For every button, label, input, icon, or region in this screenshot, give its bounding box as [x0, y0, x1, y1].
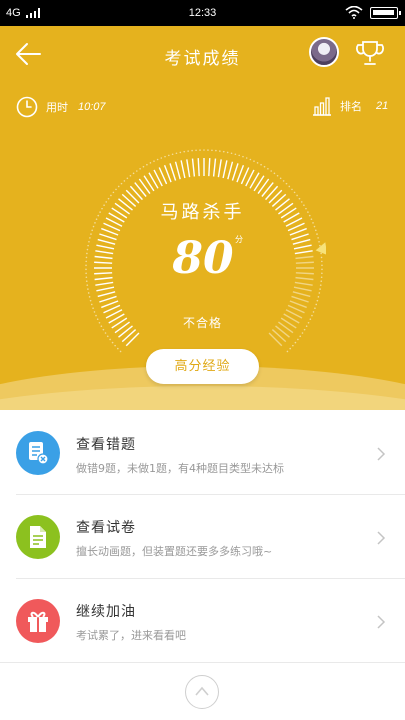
status-bar: 4G 12:33 [0, 0, 405, 26]
trophy-icon[interactable] [355, 38, 385, 68]
battery-icon [370, 7, 401, 19]
list-item-desc: 做错9题，未做1题，有4种题目类型未达标 [76, 462, 284, 475]
time-value: 10:07 [78, 101, 106, 113]
pass-status: 不合格 [182, 316, 222, 330]
score-panel: 考试成绩 用时 10:07 排名 21 马路杀手 80 分 不合格 高分经验 [0, 26, 405, 410]
list-item-desc: 考试累了，进来看看吧 [76, 629, 186, 642]
list-item-title: 查看错题 [76, 437, 136, 453]
list-item-keep-going[interactable]: 继续加油 考试累了，进来看看吧 [0, 579, 405, 665]
page-title: 考试成绩 [164, 49, 241, 69]
rank-value: 21 [376, 100, 389, 112]
menu-icon-bg [16, 431, 60, 475]
chevron-right-icon [377, 531, 386, 545]
score-unit: 分 [235, 235, 243, 244]
ranking: 排名 21 [312, 96, 388, 116]
menu-icon-bg [16, 599, 60, 643]
clock-icon [16, 96, 38, 118]
gift-icon [28, 611, 48, 632]
bar-chart-icon [313, 97, 331, 116]
chevron-right-icon [377, 615, 386, 629]
divider [0, 662, 405, 663]
rank-title: 马路杀手 [160, 202, 245, 223]
list-item-desc: 擅长动画题，但装置题还要多多练习哦~ [76, 545, 273, 558]
list-item-exam-paper[interactable]: 查看试卷 擅长动画题，但装置题还要多多练习哦~ [0, 495, 405, 581]
avatar[interactable] [309, 37, 339, 67]
rank-label: 排名 [340, 100, 362, 113]
wrong-questions-icon [29, 442, 49, 465]
wifi-icon [345, 6, 363, 19]
list-item-title: 查看试卷 [76, 520, 136, 536]
chevron-up-icon [195, 686, 209, 696]
elapsed-time: 用时 10:07 [16, 96, 106, 118]
menu-icon-bg [16, 515, 60, 559]
chevron-right-icon [377, 447, 386, 461]
score-value: 80 [172, 233, 234, 284]
list-item-title: 继续加油 [76, 604, 136, 620]
time-label: 用时 [46, 101, 68, 114]
scroll-up-button[interactable] [185, 675, 219, 709]
high-score-tips-button[interactable]: 高分经验 [146, 349, 259, 384]
exam-paper-icon [30, 526, 46, 548]
list-item-wrong-questions[interactable]: 查看错题 做错9题，未做1题，有4种题目类型未达标 [0, 410, 405, 496]
